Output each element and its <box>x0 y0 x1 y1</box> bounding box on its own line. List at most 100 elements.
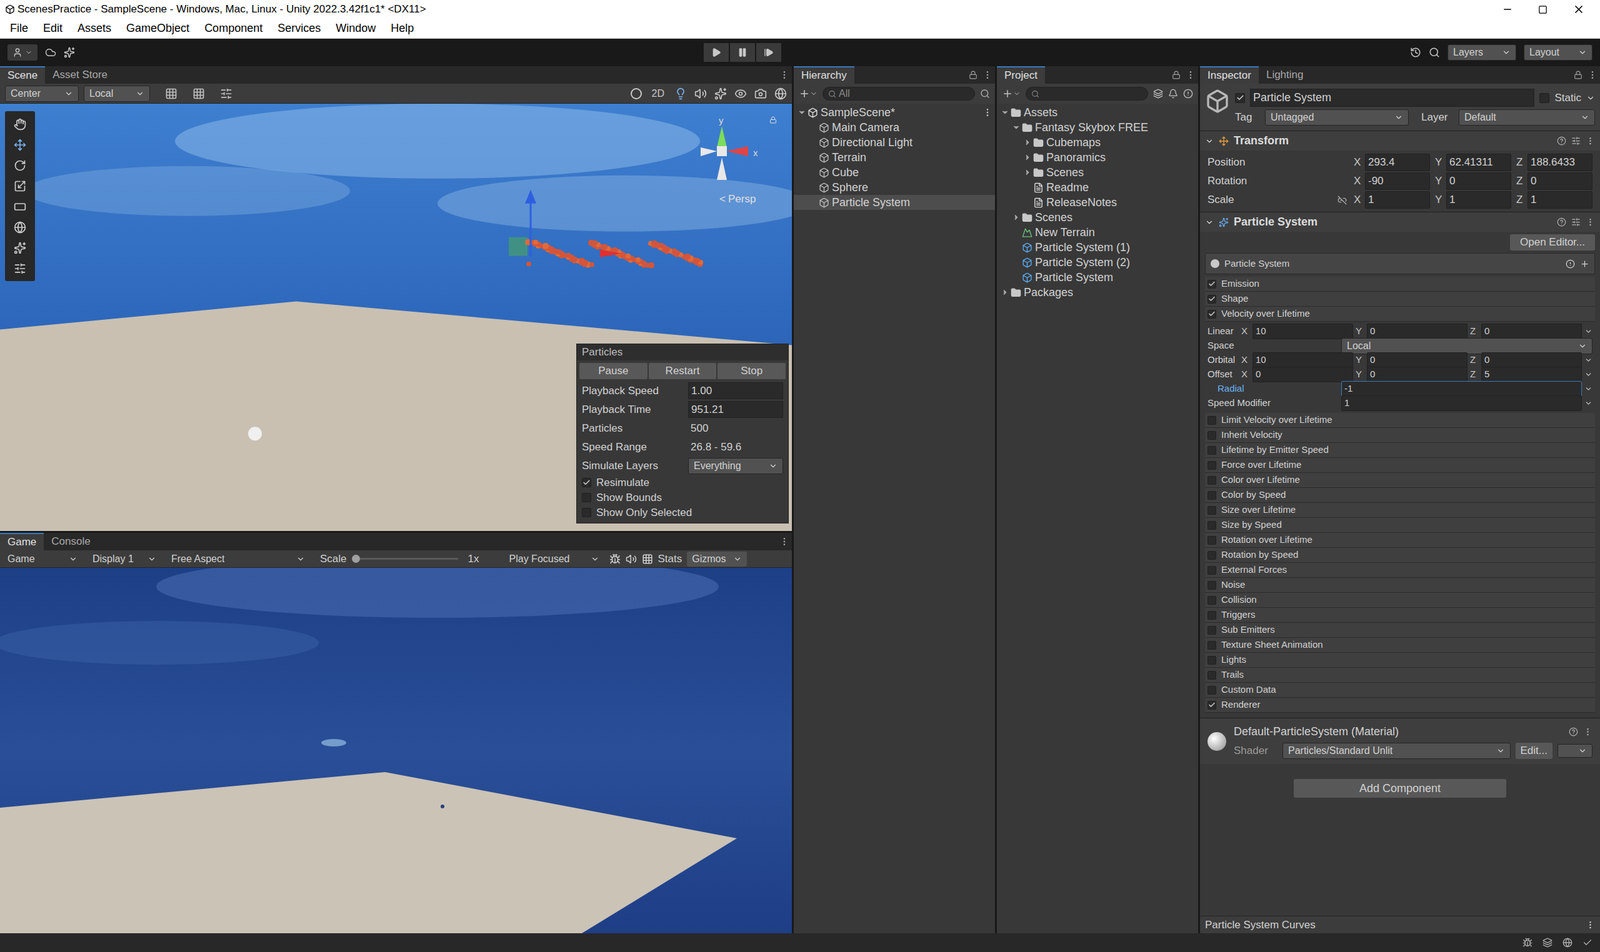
debug-icon[interactable] <box>1522 938 1533 949</box>
overlay-checkbox[interactable] <box>581 493 592 503</box>
module-checkbox[interactable] <box>1207 446 1217 455</box>
shading-icon[interactable] <box>630 88 642 100</box>
overlay-button[interactable]: Pause <box>579 363 648 380</box>
number-input[interactable]: 0 <box>1366 352 1468 369</box>
play-mode-dropdown[interactable]: Play Focused <box>504 551 605 567</box>
projection-label[interactable]: <Persp <box>719 191 756 208</box>
name-input[interactable]: Particle System <box>1250 88 1535 107</box>
number-input[interactable]: 0 <box>1481 323 1582 340</box>
menu-item[interactable]: Edit <box>35 20 70 37</box>
tree-item[interactable]: Sphere <box>793 180 995 195</box>
lighting-icon[interactable] <box>674 87 687 100</box>
module-row[interactable]: Color over Lifetime <box>1205 473 1595 489</box>
overlay-button[interactable]: Restart <box>648 363 717 380</box>
scene-menu-icon[interactable] <box>982 107 993 118</box>
tree-item[interactable]: New Terrain <box>996 225 1199 240</box>
module-row[interactable]: Renderer <box>1205 698 1595 714</box>
main-module-header[interactable]: Particle System <box>1205 253 1595 275</box>
more-icon[interactable] <box>1185 70 1196 80</box>
visibility-icon[interactable] <box>734 87 747 100</box>
tool-button[interactable] <box>5 258 35 279</box>
more-icon[interactable] <box>779 536 790 547</box>
module-checkbox[interactable] <box>1207 521 1217 530</box>
tree-item[interactable]: SampleScene* <box>793 105 983 120</box>
simulate-layers-dropdown[interactable]: Everything <box>688 458 784 475</box>
module-row[interactable]: Color by Speed <box>1205 488 1595 504</box>
create-button[interactable] <box>798 88 818 100</box>
minimize-icon[interactable] <box>1501 3 1514 15</box>
tree-item[interactable]: Terrain <box>793 150 995 165</box>
number-input[interactable]: 1 <box>1446 191 1512 209</box>
module-checkbox[interactable] <box>1207 581 1217 590</box>
module-row[interactable]: Shape <box>1205 291 1595 307</box>
edit-shader-button[interactable]: Edit... <box>1515 743 1553 760</box>
module-row[interactable]: Trails <box>1205 668 1595 684</box>
number-input[interactable]: -90 <box>1365 172 1430 190</box>
tool-button[interactable] <box>5 175 35 197</box>
overlay-check-row[interactable]: Show Only Selected <box>581 505 784 521</box>
number-input[interactable]: 0 <box>1527 172 1593 190</box>
tree-item[interactable]: Assets <box>996 105 1199 120</box>
tree-item[interactable]: Main Camera <box>793 120 995 135</box>
number-input[interactable]: 5 <box>1481 366 1582 383</box>
account-button[interactable] <box>7 44 38 61</box>
help-icon[interactable] <box>1556 217 1567 227</box>
cloud-icon[interactable] <box>45 46 57 59</box>
number-input[interactable]: 10 <box>1252 323 1354 340</box>
lock-icon[interactable] <box>1171 70 1181 80</box>
static-checkbox[interactable] <box>1539 93 1550 104</box>
module-row[interactable]: Lifetime by Emitter Speed <box>1205 443 1595 459</box>
panel-tab[interactable]: Scene <box>0 66 45 84</box>
tool-button[interactable] <box>5 196 35 217</box>
presets-icon[interactable] <box>1571 136 1581 146</box>
hierarchy-search[interactable]: All <box>822 86 975 101</box>
module-checkbox[interactable] <box>1207 686 1217 695</box>
number-input[interactable]: 0 <box>1481 352 1582 369</box>
tree-item[interactable]: Packages <box>996 285 1199 300</box>
space-dropdown[interactable]: Local <box>83 85 150 102</box>
tool-button[interactable] <box>5 216 35 238</box>
panel-tab[interactable]: Hierarchy <box>793 66 855 84</box>
module-checkbox[interactable] <box>1207 701 1217 710</box>
progress-icon[interactable] <box>1542 938 1553 949</box>
aspect-dropdown[interactable]: Free Aspect <box>166 551 310 567</box>
component-header[interactable]: Particle System <box>1200 211 1600 232</box>
tool-button[interactable] <box>5 155 35 176</box>
more-icon[interactable] <box>779 70 790 80</box>
module-checkbox[interactable] <box>1207 461 1217 470</box>
module-row[interactable]: Rotation by Speed <box>1205 548 1595 564</box>
pause-button[interactable] <box>730 43 755 62</box>
panel-tab[interactable]: Asset Store <box>45 66 115 84</box>
add-module-icon[interactable] <box>1580 259 1590 269</box>
lock-icon[interactable] <box>769 116 777 124</box>
stats-button[interactable]: Stats <box>658 551 683 568</box>
camera-icon[interactable] <box>754 87 767 100</box>
gizmos-dropdown[interactable]: Gizmos <box>686 551 747 567</box>
panel-tab[interactable]: Lighting <box>1258 66 1312 84</box>
module-checkbox[interactable] <box>1207 416 1217 425</box>
collapsed-arrow-icon[interactable] <box>1011 213 1021 222</box>
module-checkbox[interactable] <box>1207 506 1217 515</box>
module-checkbox[interactable] <box>1207 476 1217 485</box>
module-checkbox[interactable] <box>1207 491 1217 500</box>
module-checkbox[interactable] <box>1207 566 1217 575</box>
module-row[interactable]: Texture Sheet Animation <box>1205 638 1595 654</box>
module-checkbox[interactable] <box>1207 310 1217 319</box>
help-icon[interactable] <box>1556 136 1567 146</box>
more-icon[interactable] <box>982 70 993 80</box>
module-row[interactable]: Size by Speed <box>1205 518 1595 534</box>
collapsed-arrow-icon[interactable] <box>1000 288 1010 297</box>
material-menu-icon[interactable] <box>1583 727 1593 737</box>
collab-icon[interactable] <box>63 46 75 59</box>
layer-dropdown[interactable]: Default <box>1458 109 1595 126</box>
shader-dropdown[interactable]: Particles/Standard Unlit <box>1282 743 1511 760</box>
overlay-value[interactable]: 951.21 <box>688 401 784 419</box>
tree-item[interactable]: Particle System (1) <box>996 240 1199 255</box>
curve-mode-icon[interactable] <box>1584 399 1593 408</box>
orientation-gizmo[interactable]: yx<Persp <box>691 113 780 208</box>
mute-icon[interactable] <box>625 553 637 565</box>
module-row[interactable]: Lights <box>1205 653 1595 669</box>
status-ok-icon[interactable] <box>1582 938 1593 949</box>
help-icon[interactable] <box>1568 727 1579 737</box>
number-input[interactable]: 188.6433 <box>1527 153 1593 172</box>
